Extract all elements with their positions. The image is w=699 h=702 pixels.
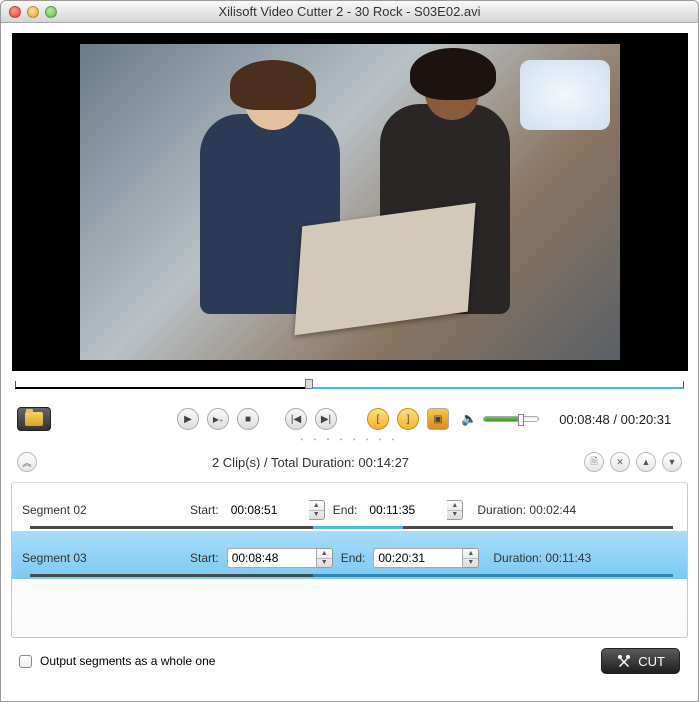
- play-button[interactable]: ▶: [177, 408, 199, 430]
- mark-out-icon: ]: [407, 414, 410, 425]
- collapse-list-button[interactable]: ︽: [17, 452, 37, 472]
- end-label: End:: [341, 551, 366, 565]
- folder-icon: [25, 412, 43, 426]
- volume-slider[interactable]: [483, 416, 539, 422]
- segment-name: Segment 02: [22, 503, 182, 517]
- duration-readout: Duration: 00:11:43: [493, 551, 591, 565]
- end-label: End:: [333, 503, 358, 517]
- delete-segment-button[interactable]: ✕: [610, 452, 630, 472]
- next-icon: ▶|: [321, 414, 331, 425]
- prev-icon: |◀: [291, 414, 301, 425]
- video-frame: [80, 44, 620, 360]
- grip-dots[interactable]: • • • • • • • •: [11, 435, 688, 444]
- clips-summary: 2 Clip(s) / Total Duration: 00:14:27: [37, 455, 584, 470]
- start-time-input[interactable]: [227, 548, 317, 568]
- minimize-window-button[interactable]: [27, 6, 39, 18]
- output-whole-checkbox[interactable]: [19, 655, 32, 668]
- arrow-down-icon: ▼: [668, 457, 677, 467]
- volume-control: 🔈: [461, 411, 539, 427]
- mark-in-icon: [: [377, 414, 380, 425]
- move-up-button[interactable]: ▲: [636, 452, 656, 472]
- stop-button[interactable]: ■: [237, 408, 259, 430]
- cut-button[interactable]: CUT: [601, 648, 680, 674]
- cut-button-label: CUT: [638, 654, 665, 669]
- end-stepper[interactable]: ▲▼: [463, 548, 479, 568]
- end-time-input[interactable]: [373, 548, 463, 568]
- volume-handle[interactable]: [518, 414, 524, 426]
- timeline-selection-range: [309, 387, 684, 389]
- output-whole-label: Output segments as a whole one: [40, 654, 215, 668]
- timeline[interactable]: [15, 381, 684, 395]
- play-small-icon: ▶₊: [213, 415, 223, 424]
- start-label: Start:: [190, 503, 219, 517]
- titlebar[interactable]: Xilisoft Video Cutter 2 - 30 Rock - S03E…: [1, 1, 698, 23]
- add-segment-button[interactable]: ▣: [427, 408, 449, 430]
- stop-icon: ■: [245, 414, 251, 425]
- window-title: Xilisoft Video Cutter 2 - 30 Rock - S03E…: [1, 4, 698, 19]
- duration-readout: Duration: 00:02:44: [477, 503, 576, 517]
- new-segment-button[interactable]: 🗎: [584, 452, 604, 472]
- close-icon: ✕: [616, 457, 624, 468]
- segment-mini-timeline: [30, 526, 673, 529]
- mark-in-button[interactable]: [: [367, 408, 389, 430]
- segment-row[interactable]: Segment 02 Start: ▲▼ End: ▲▼ Duration: 00:02:…: [12, 483, 687, 531]
- start-label: Start:: [190, 551, 219, 565]
- time-readout: 00:08:48 / 00:20:31: [559, 412, 671, 427]
- end-time-input[interactable]: [365, 500, 447, 520]
- start-stepper[interactable]: ▲▼: [317, 548, 333, 568]
- next-frame-button[interactable]: ▶|: [315, 408, 337, 430]
- total-time: 00:20:31: [621, 412, 672, 427]
- start-stepper[interactable]: ▲▼: [309, 500, 325, 520]
- arrow-up-icon: ▲: [642, 457, 651, 467]
- document-icon: 🗎: [590, 454, 597, 470]
- start-time-input[interactable]: [227, 500, 309, 520]
- play-icon: ▶: [184, 414, 192, 425]
- prev-frame-button[interactable]: |◀: [285, 408, 307, 430]
- current-time: 00:08:48: [559, 412, 610, 427]
- chevron-up-icon: ︽: [22, 456, 31, 469]
- segments-panel: Segment 02 Start: ▲▼ End: ▲▼ Duration: 00:02:…: [11, 482, 688, 638]
- close-window-button[interactable]: [9, 6, 21, 18]
- app-window: Xilisoft Video Cutter 2 - 30 Rock - S03E…: [0, 0, 699, 702]
- scissors-icon: [616, 653, 632, 669]
- video-preview-area[interactable]: [12, 33, 688, 371]
- traffic-lights: [9, 6, 57, 18]
- segment-mini-timeline: [30, 574, 673, 577]
- end-stepper[interactable]: ▲▼: [447, 500, 463, 520]
- mark-both-icon: ▣: [433, 414, 442, 425]
- speaker-icon[interactable]: 🔈: [461, 411, 477, 427]
- play-pause-button[interactable]: ▶₊: [207, 408, 229, 430]
- move-down-button[interactable]: ▼: [662, 452, 682, 472]
- mark-out-button[interactable]: ]: [397, 408, 419, 430]
- segment-row[interactable]: Segment 03 Start: ▲▼ End: ▲▼ Duration: 00:11:…: [12, 531, 687, 579]
- segment-name: Segment 03: [22, 551, 182, 565]
- timeline-playhead[interactable]: [305, 379, 313, 389]
- zoom-window-button[interactable]: [45, 6, 57, 18]
- open-file-button[interactable]: [17, 407, 51, 431]
